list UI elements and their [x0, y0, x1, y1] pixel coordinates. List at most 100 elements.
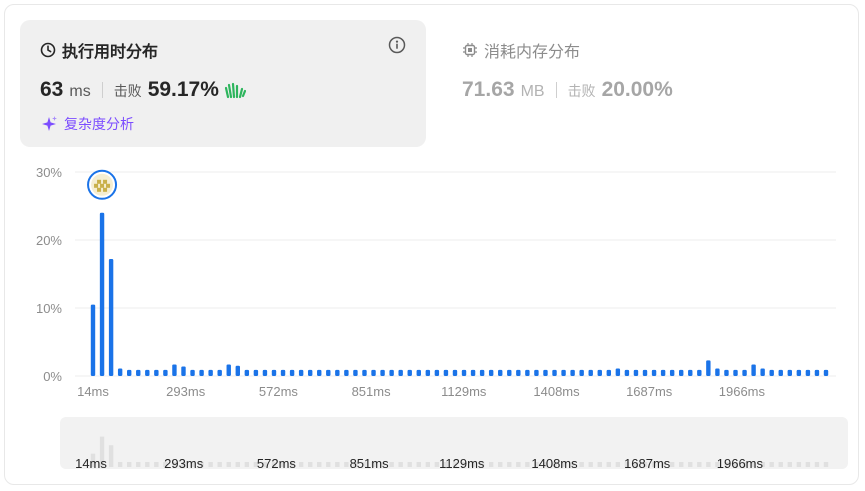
histogram-bar[interactable]: [289, 369, 295, 376]
histogram-bar[interactable]: [697, 369, 702, 376]
histogram-bar[interactable]: [452, 369, 458, 376]
histogram-bar[interactable]: [516, 369, 521, 376]
histogram-bar[interactable]: [208, 369, 213, 376]
minimap-bar: [597, 462, 602, 467]
histogram-bar[interactable]: [163, 369, 168, 376]
clock-icon: [40, 42, 56, 58]
histogram-bar[interactable]: [108, 259, 114, 376]
histogram-bar[interactable]: [579, 369, 584, 376]
histogram-bar[interactable]: [181, 366, 186, 376]
histogram-bar[interactable]: [416, 369, 421, 376]
histogram-bar[interactable]: [479, 369, 485, 376]
histogram-bar[interactable]: [814, 369, 820, 376]
histogram-bar[interactable]: [606, 369, 612, 376]
runtime-card[interactable]: 执行用时分布 63 ms 击败 59.17% 复杂度分析: [20, 20, 426, 147]
histogram-bar[interactable]: [552, 369, 557, 376]
histogram-bar[interactable]: [90, 304, 96, 376]
histogram-bar[interactable]: [217, 369, 222, 376]
histogram-bar[interactable]: [389, 369, 394, 376]
histogram-bar[interactable]: [570, 369, 575, 376]
histogram-bar[interactable]: [326, 369, 331, 376]
histogram-bar[interactable]: [688, 369, 693, 376]
histogram-bar[interactable]: [280, 369, 286, 376]
histogram-bar[interactable]: [624, 369, 630, 376]
histogram-bar[interactable]: [543, 369, 548, 376]
histogram-bar[interactable]: [561, 369, 566, 376]
histogram-bar[interactable]: [751, 364, 756, 376]
memory-title-text: 消耗内存分布: [484, 42, 581, 61]
histogram-bar[interactable]: [317, 369, 322, 376]
histogram-bar[interactable]: [651, 369, 657, 376]
histogram-bar[interactable]: [145, 369, 150, 376]
minimap-bar: [208, 462, 213, 467]
histogram-bar[interactable]: [461, 369, 467, 376]
histogram-bar[interactable]: [407, 369, 412, 376]
histogram-bar[interactable]: [679, 369, 684, 376]
histogram-bar[interactable]: [733, 369, 738, 376]
histogram-bar[interactable]: [353, 369, 358, 376]
histogram-bar[interactable]: [434, 369, 440, 376]
range-selector-chart[interactable]: 14ms 293ms 572ms 851ms 1129ms 1408ms 1687ms 196…: [0, 417, 865, 477]
histogram-bar[interactable]: [787, 369, 792, 376]
user-avatar-icon: [87, 169, 118, 200]
memory-card[interactable]: 消耗内存分布 71.63 MB 击败 20.00%: [462, 20, 842, 147]
histogram-bar[interactable]: [633, 369, 639, 376]
histogram-bar[interactable]: [99, 212, 105, 376]
chip-icon: [463, 43, 477, 57]
histogram-bar[interactable]: [778, 369, 783, 376]
histogram-bar[interactable]: [615, 368, 621, 376]
complexity-analysis-link[interactable]: 复杂度分析: [40, 114, 134, 134]
histogram-bar[interactable]: [742, 369, 747, 376]
x-tick-label: 1129ms: [441, 384, 487, 399]
histogram-bar[interactable]: [190, 369, 195, 376]
histogram-bar[interactable]: [660, 369, 666, 376]
histogram-bar[interactable]: [706, 360, 711, 376]
histogram-bar[interactable]: [298, 369, 304, 376]
histogram-bar[interactable]: [597, 369, 602, 376]
histogram-bar[interactable]: [823, 369, 829, 376]
x-tick-label: 1966ms: [719, 384, 766, 399]
histogram-bar[interactable]: [760, 368, 765, 376]
histogram-bar[interactable]: [534, 369, 539, 376]
histogram-bar[interactable]: [425, 369, 431, 376]
info-icon[interactable]: [388, 36, 406, 54]
histogram-bar[interactable]: [235, 365, 240, 376]
histogram-bar[interactable]: [805, 369, 811, 376]
histogram-bar[interactable]: [117, 368, 123, 376]
histogram-bar[interactable]: [271, 369, 277, 376]
histogram-bar[interactable]: [154, 369, 159, 376]
histogram-bar[interactable]: [724, 369, 729, 376]
histogram-bar[interactable]: [769, 369, 774, 376]
minimap-bar: [344, 462, 349, 467]
histogram-bar[interactable]: [380, 369, 385, 376]
histogram-bar[interactable]: [642, 369, 648, 376]
minimap-bar: [398, 462, 403, 467]
histogram-bar[interactable]: [507, 369, 512, 376]
histogram-bar[interactable]: [172, 364, 177, 376]
histogram-bar[interactable]: [443, 369, 449, 376]
histogram-bar[interactable]: [488, 369, 494, 376]
histogram-bar[interactable]: [470, 369, 476, 376]
histogram-bar[interactable]: [262, 369, 268, 376]
histogram-bar[interactable]: [715, 368, 720, 376]
histogram-bar[interactable]: [244, 369, 250, 376]
histogram-bar[interactable]: [498, 369, 503, 376]
histogram-bar[interactable]: [588, 369, 593, 376]
histogram-bar[interactable]: [253, 369, 259, 376]
histogram-bar[interactable]: [335, 369, 340, 376]
minimap-bar: [525, 462, 530, 467]
histogram-bar[interactable]: [127, 369, 132, 376]
histogram-bar[interactable]: [398, 369, 403, 376]
histogram-bar[interactable]: [362, 369, 367, 376]
y-tick-label: 30%: [36, 165, 62, 180]
histogram-bar[interactable]: [525, 369, 530, 376]
histogram-bar[interactable]: [344, 369, 349, 376]
histogram-bar[interactable]: [226, 364, 231, 376]
runtime-histogram[interactable]: 0% 10% 20% 30% 14ms 293ms 572ms 851ms 1129ms 1408…: [0, 160, 865, 410]
histogram-bar[interactable]: [669, 369, 675, 376]
histogram-bar[interactable]: [371, 369, 376, 376]
histogram-bar[interactable]: [796, 369, 802, 376]
histogram-bar[interactable]: [307, 369, 313, 376]
histogram-bar[interactable]: [199, 369, 204, 376]
histogram-bar[interactable]: [136, 369, 141, 376]
